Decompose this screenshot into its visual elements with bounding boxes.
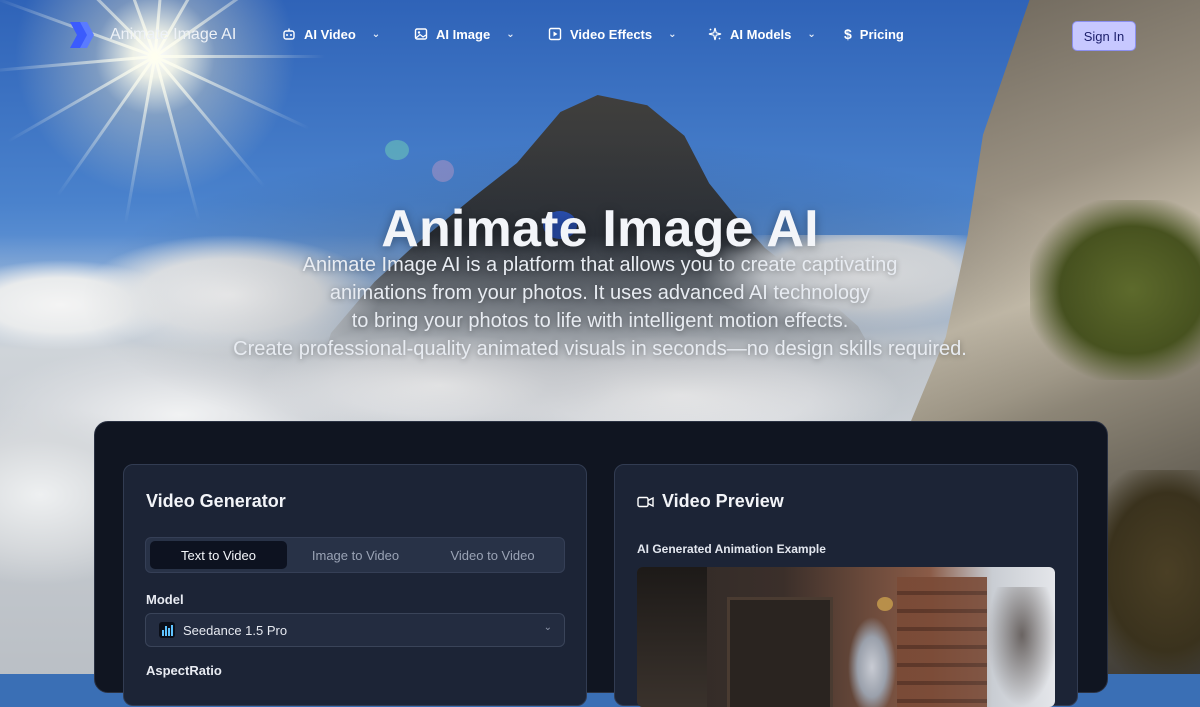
chevron-down-icon: ⌄ bbox=[506, 28, 515, 40]
top-navigation: Animate Image AI AI Video ⌄ AI Image ⌄ V… bbox=[0, 0, 1200, 70]
nav-item-label: Video Effects bbox=[570, 26, 653, 42]
model-select-value: Seedance 1.5 Pro bbox=[183, 622, 288, 638]
preview-building-left bbox=[637, 567, 707, 707]
hero-title: Animate Image AI bbox=[381, 199, 819, 258]
tab-video-to-video[interactable]: Video to Video bbox=[424, 541, 561, 569]
lens-flare bbox=[385, 140, 409, 160]
chevron-down-icon: ⌄ bbox=[371, 28, 381, 40]
video-generator-title: Video Generator bbox=[146, 491, 286, 511]
hero-description-line: to bring your photos to life with intell… bbox=[351, 310, 849, 332]
nav-item-label: AI Video bbox=[304, 26, 356, 42]
hero-description-line: Create professional-quality animated vis… bbox=[233, 338, 967, 360]
preview-person bbox=[842, 597, 902, 707]
aspect-ratio-label: AspectRatio bbox=[146, 663, 222, 678]
video-preview-header: Video Preview bbox=[637, 491, 784, 512]
hero-description-line: Animate Image AI is a platform that allo… bbox=[302, 254, 898, 276]
video-preview-card: Video Preview AI Generated Animation Exa… bbox=[614, 464, 1078, 707]
preview-tree bbox=[987, 587, 1055, 707]
tab-image-to-video[interactable]: Image to Video bbox=[287, 541, 424, 569]
nav-item-ai-image[interactable]: AI Image ⌄ bbox=[414, 27, 548, 42]
model-label: Model bbox=[146, 592, 184, 607]
chevron-down-icon: ⌄ bbox=[668, 28, 677, 40]
video-preview-title: Video Preview bbox=[662, 491, 784, 511]
nav-item-ai-video[interactable]: AI Video ⌄ bbox=[282, 27, 414, 42]
nav-item-ai-models[interactable]: AI Models ⌄ bbox=[708, 27, 844, 42]
preview-subtitle: AI Generated Animation Example bbox=[637, 542, 826, 556]
robot-icon bbox=[283, 28, 295, 40]
generator-panel: Video Generator Text to Video Image to V… bbox=[94, 421, 1108, 707]
dollar-icon: $ bbox=[844, 26, 852, 42]
nav-item-label: AI Image bbox=[436, 26, 491, 42]
video-camera-icon bbox=[637, 496, 654, 507]
model-select[interactable]: Seedance 1.5 Pro ⌄ bbox=[145, 613, 565, 647]
preview-brick-building bbox=[897, 577, 987, 707]
lens-flare bbox=[432, 160, 454, 182]
hero-description-line: animations from your photos. It uses adv… bbox=[329, 282, 871, 304]
sign-in-button[interactable]: Sign In bbox=[1072, 21, 1136, 51]
hero-description: Animate Image AI is a platform that allo… bbox=[150, 251, 1050, 363]
nav-item-label: Pricing bbox=[859, 26, 904, 42]
logo-chevron-icon bbox=[70, 22, 94, 48]
model-logo-icon bbox=[159, 622, 175, 638]
nav-item-label: AI Models bbox=[730, 26, 792, 42]
brand-logo[interactable]: Animate Image AI bbox=[70, 22, 236, 48]
preview-storefront bbox=[727, 597, 833, 707]
chevron-down-icon: ⌄ bbox=[807, 28, 816, 40]
nav-menu: AI Video ⌄ AI Image ⌄ Video Effects ⌄ AI… bbox=[282, 26, 924, 42]
tab-text-to-video[interactable]: Text to Video bbox=[150, 541, 287, 569]
chevron-down-icon: ⌄ bbox=[543, 622, 552, 633]
sparkles-icon bbox=[708, 27, 722, 41]
generator-mode-tabs: Text to Video Image to Video Video to Vi… bbox=[145, 537, 565, 573]
nav-item-video-effects[interactable]: Video Effects ⌄ bbox=[548, 27, 708, 42]
video-generator-card: Video Generator Text to Video Image to V… bbox=[123, 464, 587, 706]
preview-person-head bbox=[877, 597, 893, 611]
brand-name: Animate Image AI bbox=[110, 26, 237, 43]
preview-video[interactable] bbox=[637, 567, 1055, 707]
image-icon bbox=[414, 28, 428, 40]
play-square-icon bbox=[548, 27, 562, 41]
nav-item-pricing[interactable]: $ Pricing bbox=[844, 26, 924, 42]
